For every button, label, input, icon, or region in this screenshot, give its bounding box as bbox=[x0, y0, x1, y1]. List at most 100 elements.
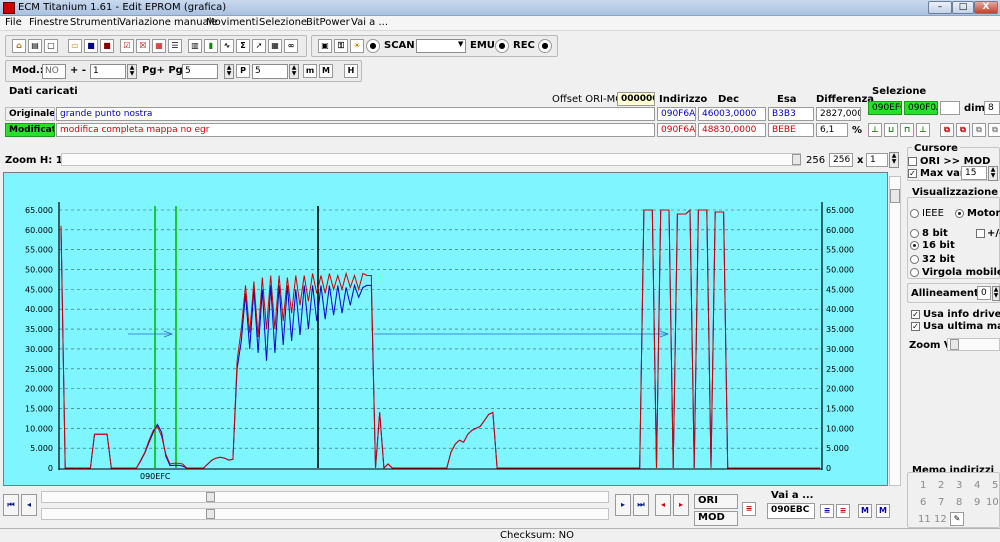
chart-vscroll[interactable] bbox=[889, 176, 901, 486]
p-field[interactable]: 5 bbox=[252, 64, 288, 79]
goto-mod-icon[interactable]: ≡ bbox=[836, 504, 850, 518]
chart-area[interactable]: 0 0 5.000 5.000 10.000 10.000 15.000 15.000 20.0… bbox=[3, 172, 888, 486]
chart-vscroll-thumb[interactable] bbox=[890, 189, 900, 203]
marker-m2-icon[interactable]: M bbox=[876, 504, 890, 518]
maxvar-field[interactable]: 15 bbox=[961, 166, 987, 180]
plusminus-checkbox[interactable] bbox=[976, 229, 985, 238]
originale-addr[interactable]: 090F6A bbox=[657, 107, 696, 121]
offset-value[interactable]: 000000 bbox=[617, 92, 655, 106]
select-end-icon[interactable]: ⊥ bbox=[916, 123, 930, 137]
selection-end[interactable]: 090F0A bbox=[904, 101, 938, 115]
ori-button[interactable]: ORI bbox=[694, 494, 738, 509]
selection-blank[interactable] bbox=[940, 101, 960, 115]
close-button[interactable]: X bbox=[974, 1, 998, 14]
h-icon[interactable]: H bbox=[344, 64, 358, 78]
maximize-button[interactable]: □ bbox=[952, 1, 974, 14]
zoom-v-slider[interactable] bbox=[947, 338, 1000, 351]
rec-button[interactable]: ● bbox=[538, 39, 552, 53]
menu-selezione[interactable]: Selezione bbox=[259, 17, 307, 28]
memo-1[interactable]: 1 bbox=[920, 480, 926, 491]
lock-icon[interactable]: ⚿ bbox=[334, 39, 348, 53]
select-bracket-icon[interactable]: ⊔ bbox=[884, 123, 898, 137]
p-icon[interactable]: P bbox=[236, 64, 250, 78]
zoom-v-thumb[interactable] bbox=[950, 339, 959, 350]
h-scroll-top-thumb[interactable] bbox=[206, 492, 215, 502]
h-scroll-bottom[interactable] bbox=[41, 508, 609, 520]
modificato-dec[interactable]: 48830,0000 bbox=[698, 123, 766, 137]
maxvar-checkbox[interactable]: ✓ bbox=[908, 169, 917, 178]
extra-icon[interactable]: ⧉ bbox=[988, 123, 1000, 137]
memo-12[interactable]: 12 bbox=[934, 514, 947, 525]
memo-10[interactable]: 10 bbox=[986, 497, 999, 508]
curve-icon[interactable]: ∿ bbox=[220, 39, 234, 53]
plusminus-field[interactable]: 1 bbox=[90, 64, 126, 79]
minimize-button[interactable]: – bbox=[928, 1, 952, 14]
cut-icon[interactable]: ⧉ bbox=[972, 123, 986, 137]
cursor-icon[interactable]: ➚ bbox=[252, 39, 266, 53]
document-icon[interactable]: ☰ bbox=[168, 39, 182, 53]
menu-file[interactable]: File bbox=[5, 17, 22, 28]
paste-red-icon[interactable]: ⧉ bbox=[956, 123, 970, 137]
bar-chart-icon[interactable]: ▮ bbox=[204, 39, 218, 53]
home-icon[interactable]: ⌂ bbox=[12, 39, 26, 53]
selection-start[interactable]: 090EFC bbox=[868, 101, 902, 115]
m-icon[interactable]: m bbox=[303, 64, 317, 78]
menu-finestre[interactable]: Finestre bbox=[29, 17, 68, 28]
menu-vai-a[interactable]: Vai a ... bbox=[351, 17, 388, 28]
16bit-radio[interactable] bbox=[910, 241, 919, 250]
last-page-icon[interactable]: ⏭ bbox=[633, 494, 649, 516]
mod-field[interactable]: NO bbox=[42, 64, 66, 79]
runner-icon[interactable]: ☀ bbox=[350, 39, 364, 53]
ultima-mappa-checkbox[interactable]: ✓ bbox=[911, 322, 920, 331]
modificato-esa[interactable]: BEBE bbox=[768, 123, 814, 137]
menu-strumenti[interactable]: Strumenti bbox=[70, 17, 120, 28]
zoom-val2[interactable]: 256 bbox=[829, 153, 853, 167]
zoom-h-slider[interactable] bbox=[61, 153, 801, 166]
device-icon[interactable]: ▣ bbox=[318, 39, 332, 53]
dim-field[interactable]: 8 bbox=[984, 101, 1000, 115]
memo-2[interactable]: 2 bbox=[938, 480, 944, 491]
memo-9[interactable]: 9 bbox=[974, 497, 980, 508]
pages-icon[interactable]: ▤ bbox=[28, 39, 42, 53]
checklist-icon[interactable]: ☑ bbox=[120, 39, 134, 53]
pgpg-field[interactable]: 5 bbox=[182, 64, 218, 79]
eprom-chart[interactable]: 0 0 5.000 5.000 10.000 10.000 15.000 15.000 20.0… bbox=[4, 173, 887, 485]
memo-edit-icon[interactable]: ✎ bbox=[950, 512, 964, 526]
marker-m-icon[interactable]: M bbox=[858, 504, 872, 518]
next-diff-icon[interactable]: ▸ bbox=[673, 494, 689, 516]
next-icon[interactable]: ▸ bbox=[615, 494, 631, 516]
ieee-radio[interactable] bbox=[910, 209, 919, 218]
menu-movimenti[interactable]: Movimenti bbox=[206, 17, 258, 28]
save-as-icon[interactable]: ■ bbox=[100, 39, 114, 53]
menu-variazione-manuale[interactable]: Variazione manuale bbox=[119, 17, 218, 28]
goto-icon[interactable]: ≡ bbox=[820, 504, 834, 518]
modificato-desc[interactable]: modifica completa mappa no egr bbox=[56, 123, 655, 137]
modificato-addr[interactable]: 090F6A bbox=[657, 123, 696, 137]
open-folder-icon[interactable]: ▭ bbox=[68, 39, 82, 53]
zoom-mult-spinner[interactable]: ▲ ▼ bbox=[889, 152, 899, 168]
h-scroll-bottom-thumb[interactable] bbox=[206, 509, 215, 519]
prev-icon[interactable]: ◂ bbox=[21, 494, 37, 516]
table-icon[interactable]: ▦ bbox=[152, 39, 166, 53]
emu-button[interactable]: ● bbox=[495, 39, 509, 53]
menu-bitpower[interactable]: BitPower bbox=[306, 17, 350, 28]
m-box-icon[interactable]: M bbox=[319, 64, 333, 78]
map-icon[interactable]: ▥ bbox=[188, 39, 202, 53]
prev-diff-icon[interactable]: ◂ bbox=[655, 494, 671, 516]
mod-button[interactable]: MOD bbox=[694, 511, 738, 526]
originale-desc[interactable]: grande punto nostra bbox=[56, 107, 655, 121]
h-scroll-top[interactable] bbox=[41, 491, 609, 503]
allineamento-field[interactable]: 0 bbox=[977, 286, 991, 300]
originale-esa[interactable]: B3B3 bbox=[768, 107, 814, 121]
binoculars-icon[interactable]: ∞ bbox=[284, 39, 298, 53]
first-page-icon[interactable]: ⏮ bbox=[3, 494, 19, 516]
memo-6[interactable]: 6 bbox=[920, 497, 926, 508]
flag-icon[interactable]: ≡ bbox=[742, 502, 756, 516]
select-bar-icon[interactable]: ⊥ bbox=[868, 123, 882, 137]
vai-field[interactable]: 090EBC bbox=[767, 503, 815, 519]
originale-label[interactable]: Originale bbox=[5, 107, 55, 121]
zoom-mult[interactable]: 1 bbox=[866, 153, 888, 167]
p-spinner[interactable]: ▲ ▼ bbox=[289, 64, 299, 79]
memo-7[interactable]: 7 bbox=[938, 497, 944, 508]
compare-icon[interactable]: ☒ bbox=[136, 39, 150, 53]
